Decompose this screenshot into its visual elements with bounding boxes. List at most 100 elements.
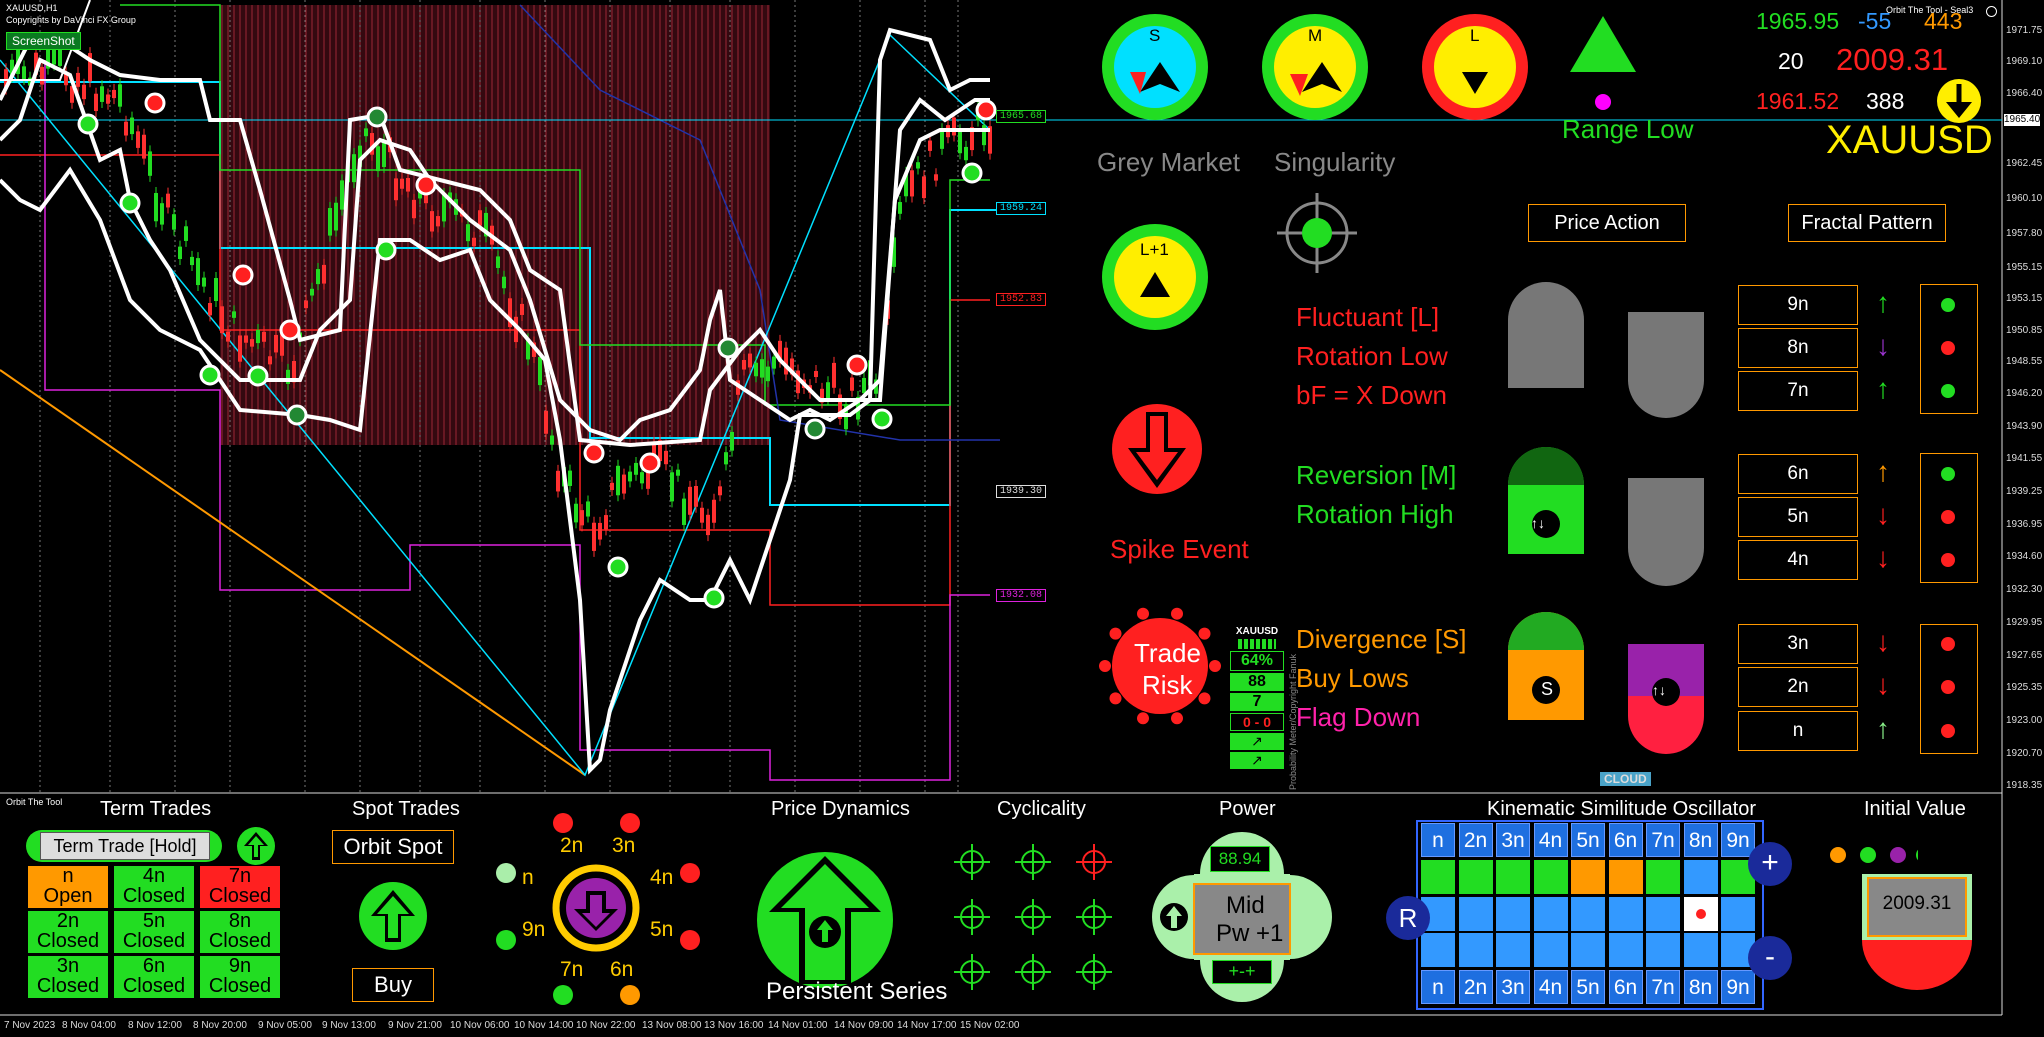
fractal-row-label[interactable]: 7n (1738, 371, 1858, 411)
range-low-arrow-icon (1570, 16, 1636, 110)
term-cell-status: Closed (36, 975, 100, 997)
kso-cell (1683, 933, 1718, 967)
kso-cell (1458, 897, 1493, 931)
grey-market-label: Grey Market (1097, 147, 1241, 177)
fractal-pattern-button[interactable]: Fractal Pattern (1788, 204, 1946, 242)
kso-header-cell: 2n (1458, 970, 1493, 1004)
term-cell-status: Closed (122, 885, 186, 907)
kso-header-cell: 9n (1721, 970, 1755, 1004)
term-cell-status: Closed (208, 930, 272, 952)
quote-price: 1965.95 (1756, 8, 1840, 34)
term-trade-cell[interactable]: 7n Closed (200, 866, 280, 908)
fractal-row-label[interactable]: 3n (1738, 624, 1858, 664)
kso-header-cell: 4n (1533, 823, 1568, 857)
state-l-line: Rotation Low (1296, 341, 1448, 371)
level-tag: 1952.83 (996, 293, 1047, 306)
fractal-direction-icon: ↑ (1876, 713, 1890, 744)
fractal-row-label[interactable]: 4n (1738, 540, 1858, 580)
term-up-icon (237, 827, 275, 865)
dial-l-label: L (1470, 26, 1480, 45)
fractal-dot-box (1920, 284, 1978, 414)
term-cell-status: Closed (36, 930, 100, 952)
kso-cell (1571, 897, 1605, 931)
price-axis-label: 1936.95 (2006, 519, 2043, 530)
kso-header-cell: 9n (1721, 823, 1755, 857)
kso-header-cell: 8n (1683, 970, 1718, 1004)
level-tag: 1932.08 (996, 589, 1047, 602)
s-swing-icon: ↑↓ (1652, 682, 1666, 698)
term-cell-status: Closed (122, 975, 186, 997)
range-low-label: Range Low (1562, 114, 1694, 144)
initial-value-header: Initial Value (1864, 798, 1966, 820)
fractal-row-label[interactable]: 9n (1738, 285, 1858, 325)
kso-header-cell: 3n (1496, 970, 1530, 1004)
term-trade-cell[interactable]: 5n Closed (114, 911, 194, 953)
term-trade-cell[interactable]: 3n Closed (28, 956, 108, 998)
fractal-dot-box (1920, 624, 1978, 754)
term-trade-cell[interactable]: 4n Closed (114, 866, 194, 908)
state-l-line: bF = X Down (1296, 380, 1448, 410)
fractal-dot-box (1920, 453, 1978, 583)
state-m: Reversion [M] Rotation High (1296, 456, 1456, 534)
fractal-row-label[interactable]: 6n (1738, 454, 1858, 494)
time-axis-label: 14 Nov 17:00 (897, 1020, 957, 1031)
screenshot-button[interactable]: ScreenShot (6, 32, 81, 50)
power-sign-icon: +-+ (1212, 960, 1272, 984)
orbit-wheel (496, 813, 700, 1005)
orbit-label: n (522, 866, 534, 889)
kso-cell (1646, 933, 1680, 967)
time-axis-label: 8 Nov 04:00 (62, 1020, 116, 1031)
term-cell-n: 3n (56, 955, 80, 977)
fractal-direction-icon: ↓ (1876, 499, 1890, 530)
term-trade-hold-button[interactable]: Term Trade [Hold] (40, 832, 210, 860)
price-axis-label: 1943.90 (2006, 421, 2043, 432)
price-axis-label: 1960.10 (2006, 193, 2043, 204)
kso-minus-button[interactable]: - (1748, 936, 1792, 980)
quote-n20: 20 (1778, 48, 1804, 74)
meter-v1: 88 (1230, 673, 1284, 691)
kso-header-cell: 2n (1458, 823, 1493, 857)
orbit-spot-button[interactable]: Orbit Spot (332, 830, 454, 864)
fractal-row-label[interactable]: 2n (1738, 667, 1858, 707)
term-trade-cell[interactable]: 9n Closed (200, 956, 280, 998)
term-cell-n: 6n (142, 955, 166, 977)
time-axis-label: 7 Nov 2023 (4, 1020, 56, 1031)
fractal-direction-icon: ↑ (1876, 287, 1890, 318)
time-axis-label: 8 Nov 12:00 (128, 1020, 182, 1031)
term-trade-cell[interactable]: 2n Closed (28, 911, 108, 953)
spot-up-icon (359, 882, 427, 950)
crosshair-icon (1277, 193, 1357, 273)
term-trades-header: Term Trades (100, 798, 212, 820)
fractal-row-label[interactable]: n (1738, 711, 1858, 751)
time-axis-label: 15 Nov 02:00 (960, 1020, 1020, 1031)
kso-cell (1421, 860, 1455, 894)
level-tag: 1959.24 (996, 202, 1047, 215)
close-icon[interactable] (1986, 6, 1997, 17)
kso-header-cell: 8n (1683, 823, 1718, 857)
fractal-row-label[interactable]: 5n (1738, 497, 1858, 537)
term-trade-cell[interactable]: 6n Closed (114, 956, 194, 998)
time-axis-label: 14 Nov 01:00 (768, 1020, 828, 1031)
fractal-direction-icon: ↓ (1876, 330, 1890, 361)
trade-risk-label-2: Risk (1142, 670, 1193, 700)
orbit-label: 4n (650, 866, 674, 889)
buy-button[interactable]: Buy (352, 968, 434, 1002)
term-trade-cell[interactable]: 8n Closed (200, 911, 280, 953)
state-m-line: Reversion [M] (1296, 460, 1457, 490)
kso-header-cell: 4n (1533, 970, 1568, 1004)
meter-arrow-icon: ↗ (1230, 752, 1284, 769)
kso-reset-button[interactable]: R (1386, 896, 1430, 940)
price-dynamics-header: Price Dynamics (771, 798, 910, 820)
term-cell-n: n (62, 865, 74, 887)
state-l-line: Fluctuant [L] (1296, 302, 1440, 332)
meter-v3: 0 - 0 (1230, 713, 1284, 731)
kso-plus-button[interactable]: + (1748, 842, 1792, 886)
kso-header-cell: n (1421, 823, 1455, 857)
fractal-row-label[interactable]: 8n (1738, 328, 1858, 368)
price-action-button[interactable]: Price Action (1528, 204, 1686, 242)
term-trade-cell[interactable]: n Open (28, 866, 108, 908)
kso-cell (1533, 860, 1568, 894)
cloud-badge[interactable]: CLOUD (1600, 772, 1651, 786)
price-axis-label: 1939.25 (2006, 486, 2043, 497)
term-cell-status: Closed (208, 975, 272, 997)
